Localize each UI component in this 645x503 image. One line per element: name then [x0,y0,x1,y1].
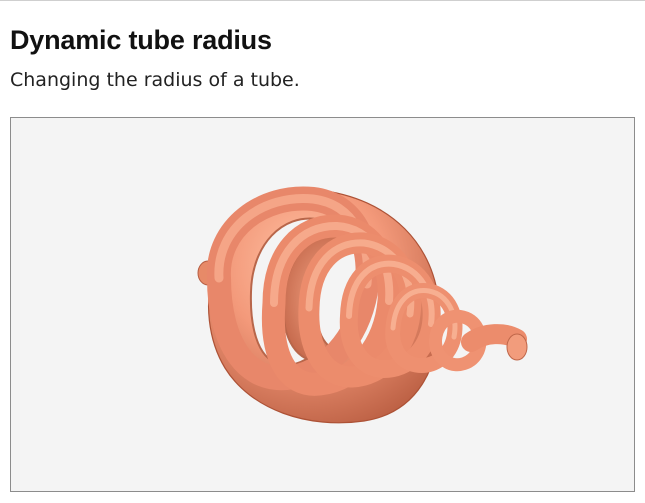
top-divider [0,0,645,1]
render-canvas[interactable] [10,117,635,492]
dynamic-radius-tube [197,186,528,424]
page-subtitle: Changing the radius of a tube. [10,69,300,91]
page-title: Dynamic tube radius [10,25,272,55]
tube-tip-end [506,333,528,361]
tube-scene[interactable] [11,118,634,491]
